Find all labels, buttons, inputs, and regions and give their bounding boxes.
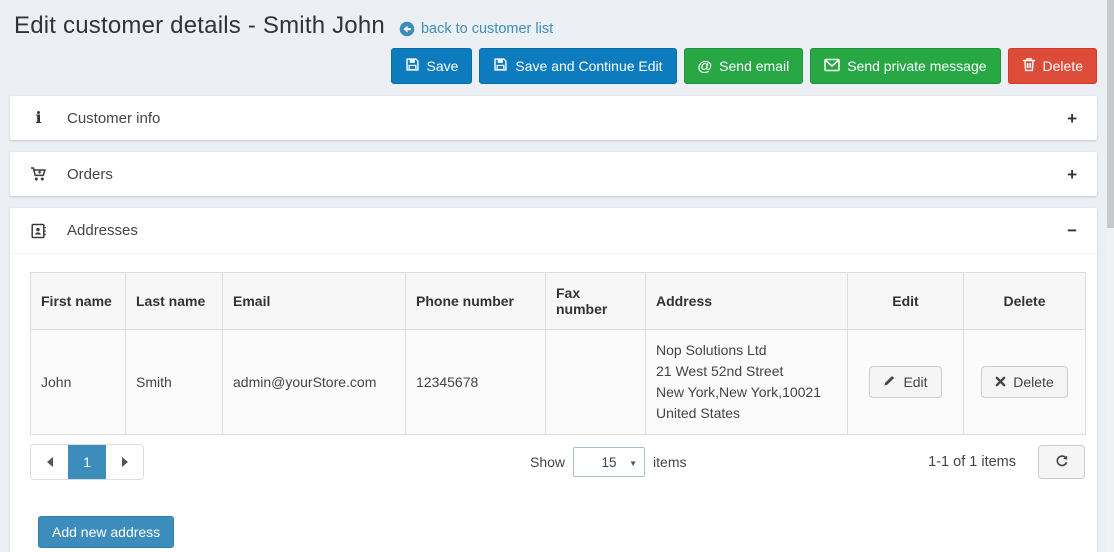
page-header: Edit customer details - Smith John back …: [10, 12, 1097, 40]
scrollbar-thumb[interactable]: [1107, 0, 1114, 228]
column-address: Address: [646, 273, 848, 330]
column-fax-number: Fax number: [546, 273, 646, 330]
save-button[interactable]: Save: [391, 48, 473, 84]
refresh-button[interactable]: [1038, 445, 1085, 479]
addresses-table: First name Last name Email Phone number …: [30, 272, 1086, 435]
send-email-label: Send email: [719, 58, 789, 74]
cell-phone-number: 12345678: [406, 330, 546, 435]
orders-panel-header[interactable]: Orders +: [10, 152, 1097, 196]
orders-panel: Orders +: [10, 152, 1097, 196]
pager-right: 1-1 of 1 items: [928, 445, 1085, 479]
pagination: 1: [30, 444, 144, 480]
back-link-label: back to customer list: [421, 21, 553, 37]
info-icon: i: [30, 110, 47, 126]
current-page-button[interactable]: 1: [68, 445, 106, 479]
at-icon: @: [698, 59, 713, 74]
save-button-label: Save: [427, 58, 459, 74]
toolbar: Save Save and Continue Edit @ Send email: [10, 48, 1097, 84]
cell-address: Nop Solutions Ltd 21 West 52nd Street Ne…: [646, 330, 848, 435]
cell-email: admin@yourStore.com: [223, 330, 406, 435]
pager-range: 1-1 of 1 items: [928, 454, 1016, 470]
cell-delete: Delete: [964, 330, 1086, 435]
page-size-select[interactable]: 15 ▼: [573, 447, 645, 477]
expand-icon[interactable]: +: [1067, 166, 1077, 183]
customer-info-panel-header[interactable]: i Customer info +: [10, 96, 1097, 140]
vertical-scrollbar: [1107, 0, 1114, 552]
address-line: Nop Solutions Ltd: [656, 340, 837, 361]
address-line: New York,New York,10021: [656, 382, 837, 403]
collapse-icon[interactable]: −: [1067, 222, 1077, 239]
arrow-circle-left-icon: [399, 21, 415, 37]
addresses-panel-body: First name Last name Email Phone number …: [10, 254, 1097, 552]
customer-info-panel-title: Customer info: [67, 110, 160, 127]
address-line: 21 West 52nd Street: [656, 361, 837, 382]
column-last-name: Last name: [126, 273, 223, 330]
show-label: Show: [530, 454, 565, 470]
chevron-down-icon: ▼: [629, 459, 637, 468]
x-icon: [995, 374, 1006, 390]
add-new-address-button[interactable]: Add new address: [38, 516, 174, 548]
next-arrow-icon: [122, 457, 128, 467]
address-book-icon: [30, 223, 47, 239]
delete-address-label: Delete: [1013, 374, 1053, 390]
table-row: John Smith admin@yourStore.com 12345678 …: [31, 330, 1086, 435]
page-title: Edit customer details - Smith John: [14, 12, 385, 40]
envelope-icon: [824, 58, 840, 75]
addresses-panel-title: Addresses: [67, 222, 138, 239]
cell-first-name: John: [31, 330, 126, 435]
column-edit: Edit: [848, 273, 964, 330]
edit-address-label: Edit: [903, 374, 927, 390]
cell-last-name: Smith: [126, 330, 223, 435]
page-size-group: Show 15 ▼ items: [530, 447, 686, 477]
column-delete: Delete: [964, 273, 1086, 330]
prev-arrow-icon: [47, 457, 53, 467]
cell-fax-number: [546, 330, 646, 435]
addresses-panel-header[interactable]: Addresses −: [10, 208, 1097, 254]
address-line: United States: [656, 403, 837, 424]
next-page-button[interactable]: [106, 445, 143, 479]
refresh-icon: [1055, 454, 1069, 471]
column-first-name: First name: [31, 273, 126, 330]
orders-panel-title: Orders: [67, 166, 113, 183]
column-phone-number: Phone number: [406, 273, 546, 330]
shopping-cart-icon: [30, 166, 47, 182]
delete-button-label: Delete: [1043, 58, 1083, 74]
prev-page-button[interactable]: [31, 445, 68, 479]
floppy-icon: [493, 57, 508, 75]
edit-address-button[interactable]: Edit: [869, 366, 941, 398]
cell-edit: Edit: [848, 330, 964, 435]
send-email-button[interactable]: @ Send email: [684, 48, 804, 84]
items-label: items: [653, 454, 686, 470]
expand-icon[interactable]: +: [1067, 110, 1077, 127]
back-to-customer-list-link[interactable]: back to customer list: [399, 21, 553, 37]
send-private-message-button[interactable]: Send private message: [810, 48, 1000, 84]
send-private-message-label: Send private message: [847, 58, 986, 74]
delete-button[interactable]: Delete: [1008, 48, 1097, 84]
save-and-continue-label: Save and Continue Edit: [515, 58, 662, 74]
save-and-continue-button[interactable]: Save and Continue Edit: [479, 48, 676, 84]
floppy-icon: [405, 57, 420, 75]
customer-info-panel: i Customer info +: [10, 96, 1097, 140]
table-header-row: First name Last name Email Phone number …: [31, 273, 1086, 330]
column-email: Email: [223, 273, 406, 330]
addresses-panel-footer: Add new address: [30, 480, 1077, 548]
pencil-icon: [883, 374, 896, 390]
trash-icon: [1022, 57, 1036, 75]
addresses-panel: Addresses − First name Last name Email P…: [10, 208, 1097, 552]
grid-pager: 1 Show 15 ▼ items 1-1 of 1 items: [30, 444, 1085, 480]
add-new-address-label: Add new address: [52, 524, 160, 540]
delete-address-button[interactable]: Delete: [981, 366, 1067, 398]
